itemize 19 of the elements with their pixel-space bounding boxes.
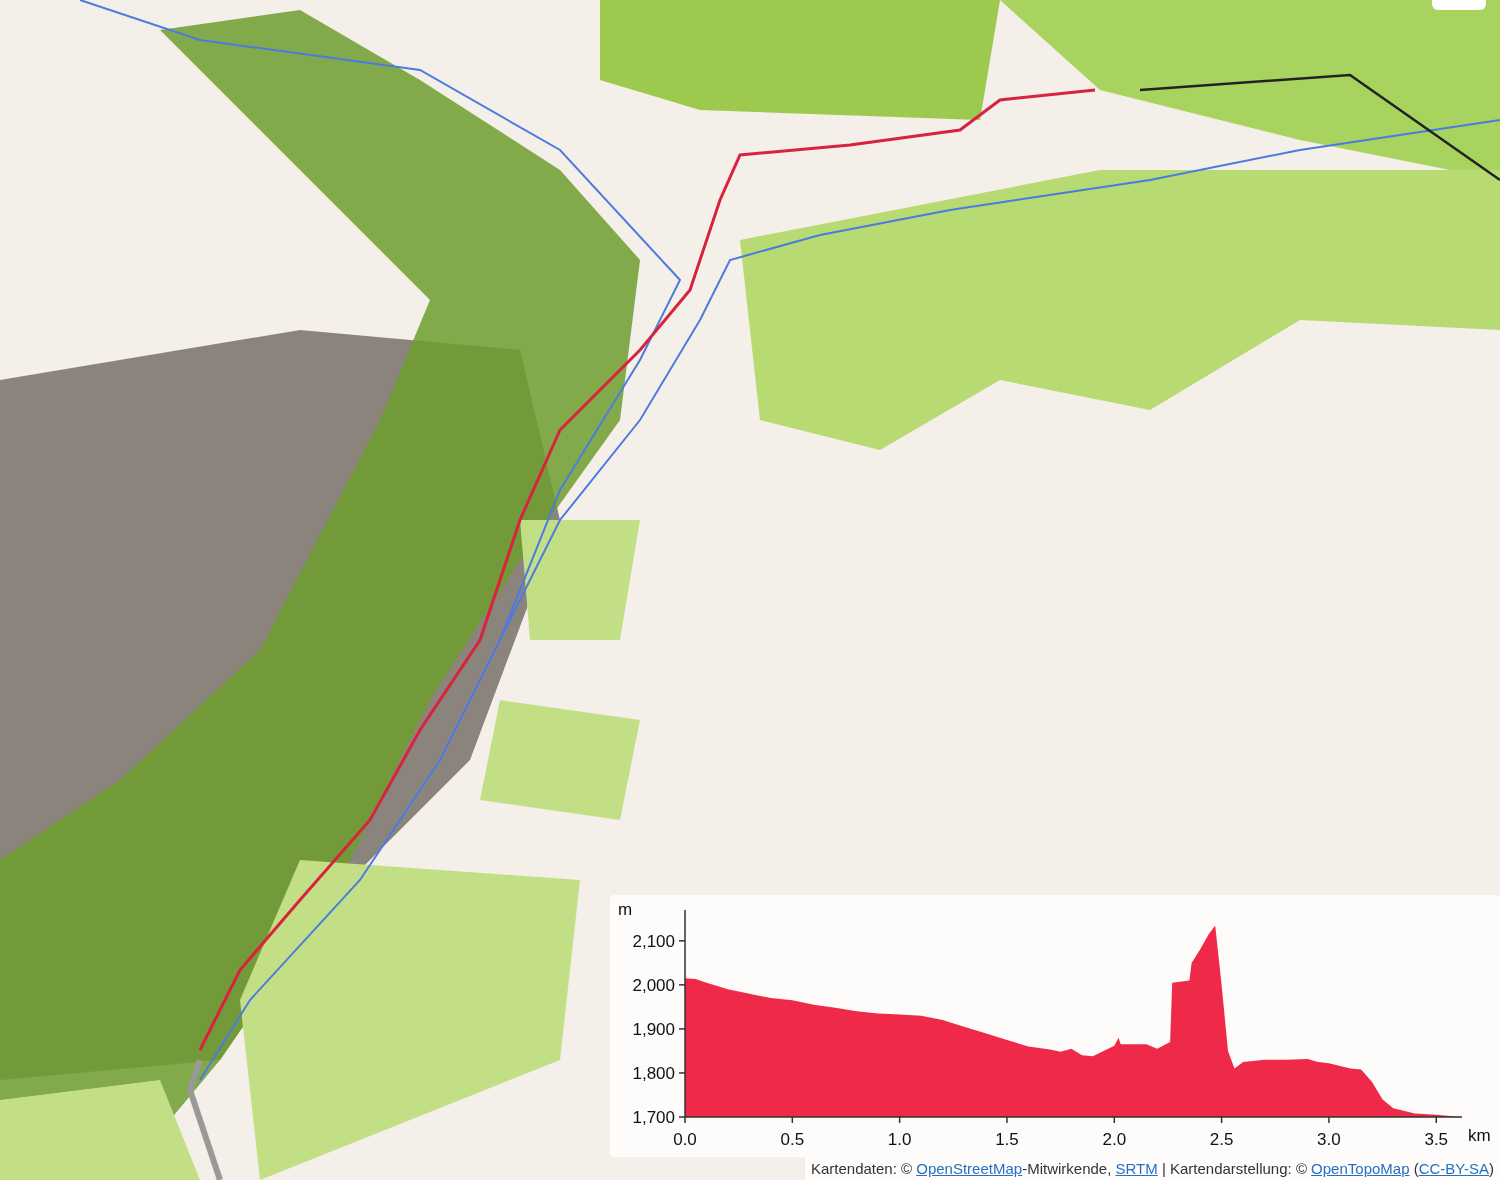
x-tick-label: 2.5 (1209, 1130, 1234, 1149)
attribution-link[interactable]: OpenTopoMap (1311, 1160, 1410, 1177)
attribution-link[interactable]: OpenStreetMap (916, 1160, 1023, 1177)
x-tick-label: 3.0 (1317, 1130, 1341, 1149)
y-tick-label: 1,700 (632, 1108, 675, 1127)
x-tick-label: 2.0 (1102, 1130, 1127, 1149)
attribution-link[interactable]: SRTM (1115, 1160, 1158, 1177)
x-tick-label: 3.5 (1424, 1130, 1449, 1149)
x-tick-label: 0.5 (780, 1130, 805, 1149)
x-tick-label: 1.0 (887, 1130, 912, 1149)
y-tick-label: 2,100 (632, 931, 675, 951)
y-tick-label: 1,800 (632, 1063, 675, 1083)
y-tick-label: 1,900 (632, 1019, 675, 1039)
x-tick-label: 0.0 (673, 1130, 697, 1149)
x-tick-label: 1.5 (995, 1130, 1019, 1149)
y-tick-label: 2,000 (632, 975, 675, 995)
y-axis-unit: m (618, 900, 633, 919)
x-axis-unit: km (1468, 1126, 1491, 1145)
attribution-text: Kartendaten: © OpenStreetMap-Mitwirkende, SRTM | Kartendarstellung: © OpenTopoMap (CC-BY-SA) (804, 1157, 1500, 1180)
